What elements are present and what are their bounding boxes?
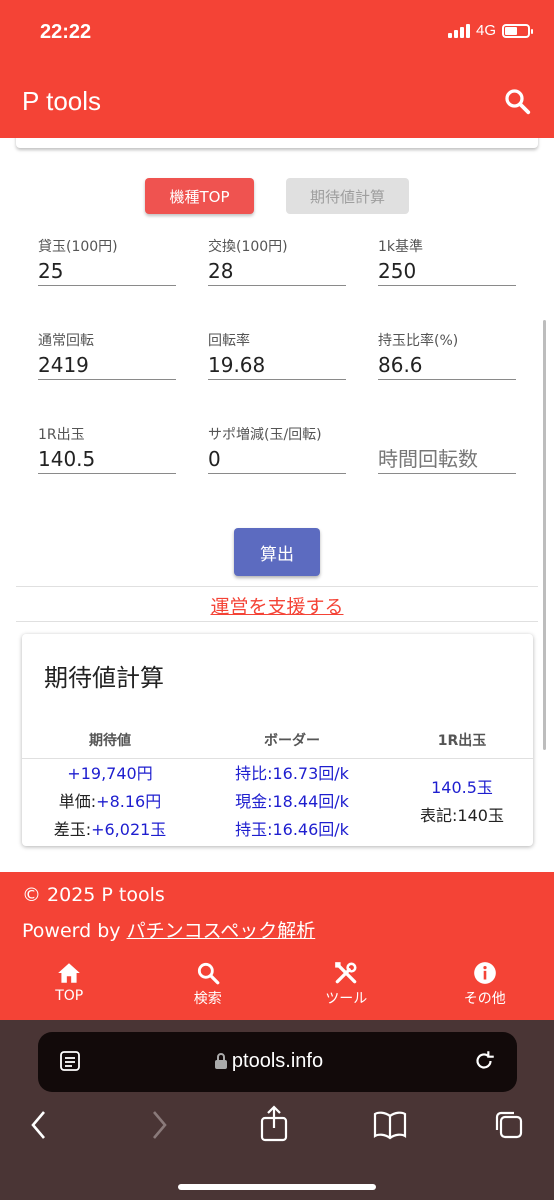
- nav-other[interactable]: その他: [416, 944, 554, 1020]
- nav-tools[interactable]: ツール: [277, 944, 416, 1020]
- machine-top-button[interactable]: 機種TOP: [145, 178, 254, 214]
- app-header: 22:22 4G P tools: [0, 0, 554, 138]
- field-label: 1R出玉: [38, 427, 85, 443]
- divider: [16, 586, 538, 587]
- nav-search[interactable]: 検索: [139, 944, 278, 1020]
- koukan-field[interactable]: 交換(100円) 28: [208, 236, 346, 286]
- koukan-input[interactable]: 28: [208, 256, 346, 286]
- main-content: 機種TOP 期待値計算 貸玉(100円) 25 交換(100円) 28 1k基準…: [0, 138, 554, 872]
- border-genkin: 現金:18.44回/k: [235, 792, 349, 811]
- round-cell: 140.5玉 表記:140玉: [402, 774, 522, 830]
- kaitenritsu-input[interactable]: 19.68: [208, 350, 346, 380]
- field-label: サポ増減(玉/回転): [208, 427, 322, 443]
- shutsudama-input[interactable]: 140.5: [38, 444, 176, 474]
- home-icon: [58, 963, 81, 983]
- browser-toolbar: ptools.info: [0, 1020, 554, 1200]
- border-mochidama: 持玉:16.46回/k: [235, 820, 349, 839]
- spec-analysis-link[interactable]: パチンコスペック解析: [127, 920, 316, 942]
- forward-icon[interactable]: [148, 1108, 170, 1142]
- scrollbar[interactable]: [543, 320, 546, 750]
- signal-icon: [447, 23, 470, 38]
- field-label: 持玉比率(%): [378, 333, 459, 349]
- kijun-input[interactable]: 250: [378, 256, 516, 286]
- home-indicator[interactable]: [178, 1184, 376, 1190]
- header-kitaichi: 期待値: [89, 733, 131, 749]
- status-time: 22:22: [40, 21, 92, 43]
- field-label: 貸玉(100円): [38, 239, 118, 255]
- result-card: 期待値計算 期待値 ボーダー 1R出玉 +19,740円 単価:+8.16円 差…: [22, 634, 533, 846]
- tsujo-field[interactable]: 通常回転 2419: [38, 330, 176, 380]
- nav-other-label: その他: [463, 991, 506, 1007]
- sapo-input[interactable]: 0: [208, 444, 346, 474]
- kijun-field[interactable]: 1k基準 250: [378, 236, 516, 286]
- tanka-value: +8.16円: [96, 792, 162, 811]
- nav-top-label: TOP: [55, 988, 84, 1004]
- border-cell: 持比:16.73回/k 現金:18.44回/k 持玉:16.46回/k: [212, 760, 372, 844]
- shutsudama-field[interactable]: 1R出玉 140.5: [38, 424, 176, 474]
- mochidama-field[interactable]: 持玉比率(%) 86.6: [378, 330, 516, 380]
- table-divider: [22, 758, 533, 759]
- network-type: 4G: [475, 22, 496, 39]
- address-bar[interactable]: ptools.info: [38, 1032, 517, 1092]
- url-text: ptools.info: [231, 1050, 324, 1072]
- kashidama-input[interactable]: 25: [38, 256, 176, 286]
- powered-prefix: Powerd by: [22, 920, 127, 942]
- sadama-value: +6,021玉: [91, 820, 167, 839]
- previous-card-edge: [16, 138, 538, 148]
- tsujo-input[interactable]: 2419: [38, 350, 176, 380]
- bookmarks-icon[interactable]: [372, 1108, 408, 1142]
- expected-value-tab[interactable]: 期待値計算: [286, 178, 409, 214]
- tanka-label: 単価:: [58, 792, 97, 811]
- header-round: 1R出玉: [437, 733, 487, 749]
- app-title[interactable]: P tools: [22, 86, 101, 117]
- battery-icon: [502, 23, 533, 38]
- divider: [16, 621, 538, 622]
- sadama-label: 差玉:: [53, 820, 92, 839]
- field-label: 通常回転: [38, 333, 94, 349]
- mochidama-input[interactable]: 86.6: [378, 350, 516, 380]
- field-label: 回転率: [208, 333, 250, 349]
- copyright: © 2025 P tools: [22, 884, 165, 906]
- info-icon: [473, 962, 496, 984]
- reload-icon[interactable]: [471, 1048, 497, 1074]
- kaitenritsu-field[interactable]: 回転率 19.68: [208, 330, 346, 380]
- bottom-navigation: TOP 検索 ツール その他: [0, 944, 554, 1020]
- field-label: 1k基準: [378, 239, 424, 255]
- support-link[interactable]: 運営を支援する: [0, 592, 554, 619]
- jikan-field[interactable]: 時間回転数: [378, 424, 516, 474]
- round-value: 140.5玉: [431, 778, 493, 797]
- round-display: 表記:140玉: [420, 806, 504, 825]
- jikan-input[interactable]: 時間回転数: [378, 444, 516, 474]
- footer: © 2025 P tools Powerd by パチンコスペック解析: [0, 872, 554, 944]
- share-icon[interactable]: [258, 1104, 290, 1142]
- kitaichi-amount: +19,740円: [67, 764, 153, 783]
- nav-search-label: 検索: [193, 991, 222, 1007]
- header-border: ボーダー: [264, 733, 320, 749]
- status-indicators: 4G: [447, 22, 533, 39]
- calculate-button[interactable]: 算出: [234, 528, 320, 576]
- search-icon[interactable]: [502, 86, 532, 116]
- back-icon[interactable]: [28, 1108, 50, 1142]
- kitaichi-cell: +19,740円 単価:+8.16円 差玉:+6,021玉: [28, 760, 192, 844]
- result-title: 期待値計算: [44, 664, 164, 692]
- tabs-icon[interactable]: [492, 1108, 526, 1142]
- border-mochihi: 持比:16.73回/k: [235, 764, 349, 783]
- powered-by: Powerd by パチンコスペック解析: [22, 916, 315, 943]
- field-label: 交換(100円): [208, 239, 288, 255]
- tools-icon: [335, 962, 357, 984]
- sapo-field[interactable]: サポ増減(玉/回転) 0: [208, 424, 346, 474]
- kashidama-field[interactable]: 貸玉(100円) 25: [38, 236, 176, 286]
- nav-top[interactable]: TOP: [0, 944, 139, 1020]
- search-icon: [197, 962, 220, 985]
- nav-tools-label: ツール: [325, 991, 368, 1007]
